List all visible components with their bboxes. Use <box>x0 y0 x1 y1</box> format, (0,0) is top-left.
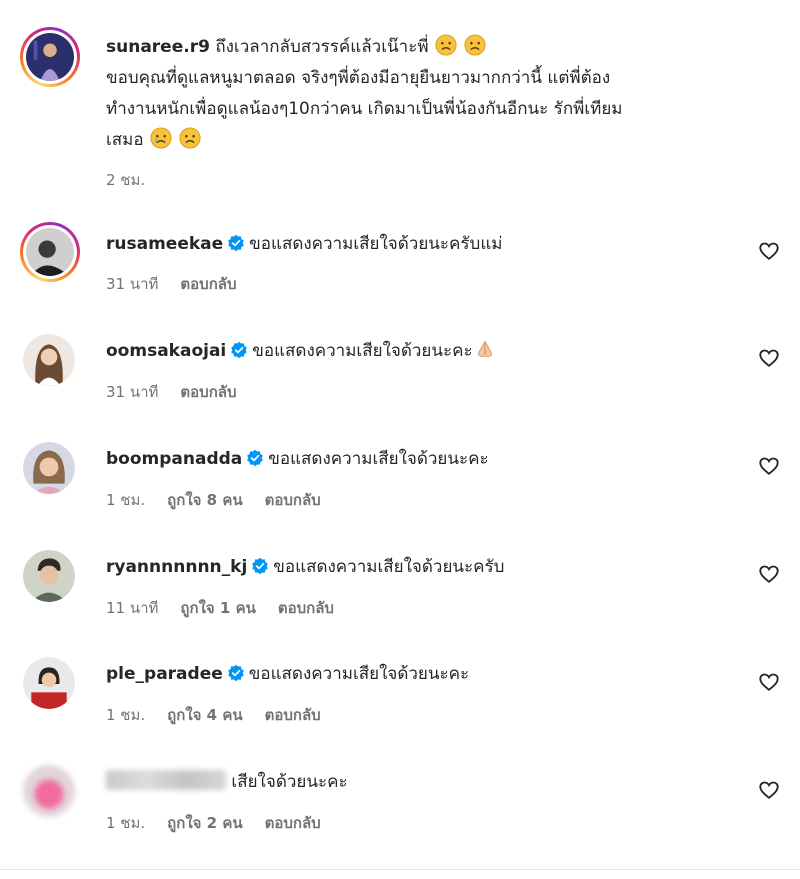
reply-text: ขอแสดงความเสียใจด้วยนะคะ <box>248 664 470 684</box>
comment-meta: 2 ชม. <box>106 168 145 192</box>
comment-text-line4: เสมอ <box>106 130 144 150</box>
reply-meta: 31 นาที ตอบกลับ <box>106 380 237 404</box>
comment-text-line2: ขอบคุณที่ดูแลหนูมาตลอด จริงๆพี่ต้องมีอาย… <box>106 68 611 88</box>
folded-hands-icon <box>477 340 492 357</box>
timestamp: 11 นาที <box>106 599 159 617</box>
like-heart-icon[interactable] <box>758 671 780 693</box>
avatar-image <box>23 334 75 386</box>
timestamp: 2 ชม. <box>106 171 146 189</box>
reply-button[interactable]: ตอบกลับ <box>265 811 321 835</box>
reply-text: ขอแสดงความเสียใจด้วยนะครับ <box>273 557 505 577</box>
blurred-username[interactable] <box>106 770 226 790</box>
likes-count[interactable]: ถูกใจ 2 คน <box>167 811 242 835</box>
reply-meta: 31 นาที ตอบกลับ <box>106 272 237 296</box>
reply-button[interactable]: ตอบกลับ <box>265 703 321 727</box>
avatar-blurred[interactable] <box>23 765 75 817</box>
avatar-rusameekae[interactable] <box>20 222 80 282</box>
bottom-divider <box>0 869 800 870</box>
comment-text-line1: ถึงเวลากลับสวรรค์แล้วเน๊าะพี่ <box>215 37 429 57</box>
like-heart-icon[interactable] <box>758 563 780 585</box>
avatar-image <box>23 442 75 494</box>
reply-text: ขอแสดงความเสียใจด้วยนะคะ <box>252 341 473 361</box>
avatar-sunaree[interactable] <box>20 27 80 87</box>
avatar-image <box>23 657 75 709</box>
verified-badge-icon <box>252 557 269 575</box>
reply-body: ryannnnnnn_kj ขอแสดงความเสียใจด้วยนะครับ <box>106 552 740 583</box>
username[interactable]: ryannnnnnn_kj <box>106 557 247 577</box>
verified-badge-icon <box>227 664 244 682</box>
reply-body: oomsakaojai ขอแสดงความเสียใจด้วยนะคะ <box>106 336 740 367</box>
likes-count[interactable]: ถูกใจ 1 คน <box>180 596 255 620</box>
reply-button[interactable]: ตอบกลับ <box>265 488 321 512</box>
like-heart-icon[interactable] <box>758 455 780 477</box>
reply-button[interactable]: ตอบกลับ <box>278 596 334 620</box>
reply-meta: 1 ชม. ถูกใจ 2 คน ตอบกลับ <box>106 811 321 835</box>
reply-text: ขอแสดงความเสียใจด้วยนะคะ <box>268 449 489 469</box>
sad-face-icon <box>435 34 457 56</box>
reply-body: rusameekae ขอแสดงความเสียใจด้วยนะครับแม่ <box>106 229 740 260</box>
avatar-ple-paradee[interactable] <box>23 657 75 709</box>
avatar-ryannnnnnn-kj[interactable] <box>23 550 75 602</box>
reply-body: ple_paradee ขอแสดงความเสียใจด้วยนะคะ <box>106 659 740 690</box>
verified-badge-icon <box>228 234 244 252</box>
verified-badge-icon <box>247 449 264 467</box>
timestamp: 31 นาที <box>106 275 159 293</box>
comment-text-line3: ทำงานหนักเพื่อดูแลน้องๆ10กว่าคน เกิดมาเป… <box>106 99 623 119</box>
reply-text: ขอแสดงความเสียใจด้วยนะครับแม่ <box>249 234 503 254</box>
avatar-image <box>23 765 75 817</box>
likes-count[interactable]: ถูกใจ 8 คน <box>167 488 242 512</box>
timestamp: 1 ชม. <box>106 491 146 509</box>
username[interactable]: sunaree.r9 <box>106 37 210 57</box>
like-heart-icon[interactable] <box>758 240 780 262</box>
timestamp: 31 นาที <box>106 383 159 401</box>
username[interactable]: rusameekae <box>106 234 223 254</box>
timestamp: 1 ชม. <box>106 706 146 724</box>
sad-face-icon <box>464 34 486 56</box>
reply-meta: 1 ชม. ถูกใจ 4 คน ตอบกลับ <box>106 703 321 727</box>
avatar-image <box>26 228 74 276</box>
like-heart-icon[interactable] <box>758 779 780 801</box>
avatar-image <box>23 550 75 602</box>
likes-count[interactable]: ถูกใจ 4 คน <box>167 703 242 727</box>
reply-meta: 11 นาที ถูกใจ 1 คน ตอบกลับ <box>106 596 334 620</box>
verified-badge-icon <box>231 341 248 359</box>
like-heart-icon[interactable] <box>758 347 780 369</box>
reply-button[interactable]: ตอบกลับ <box>180 380 236 404</box>
username[interactable]: boompanadda <box>106 449 242 469</box>
avatar-oomsakaojai[interactable] <box>23 334 75 386</box>
main-comment-body: sunaree.r9 ถึงเวลากลับสวรรค์แล้วเน๊าะพี่… <box>106 32 740 156</box>
username[interactable]: ple_paradee <box>106 664 223 684</box>
avatar-image <box>26 33 74 81</box>
reply-body: boompanadda ขอแสดงความเสียใจด้วยนะคะ <box>106 444 740 475</box>
timestamp: 1 ชม. <box>106 814 146 832</box>
reply-meta: 1 ชม. ถูกใจ 8 คน ตอบกลับ <box>106 488 321 512</box>
reply-text: เสียใจด้วยนะคะ <box>231 772 348 792</box>
reply-button[interactable]: ตอบกลับ <box>180 272 236 296</box>
reply-body: เสียใจด้วยนะคะ <box>106 767 740 798</box>
sad-face-icon <box>179 127 201 149</box>
avatar-boompanadda[interactable] <box>23 442 75 494</box>
crying-face-icon <box>150 127 172 149</box>
username[interactable]: oomsakaojai <box>106 341 226 361</box>
